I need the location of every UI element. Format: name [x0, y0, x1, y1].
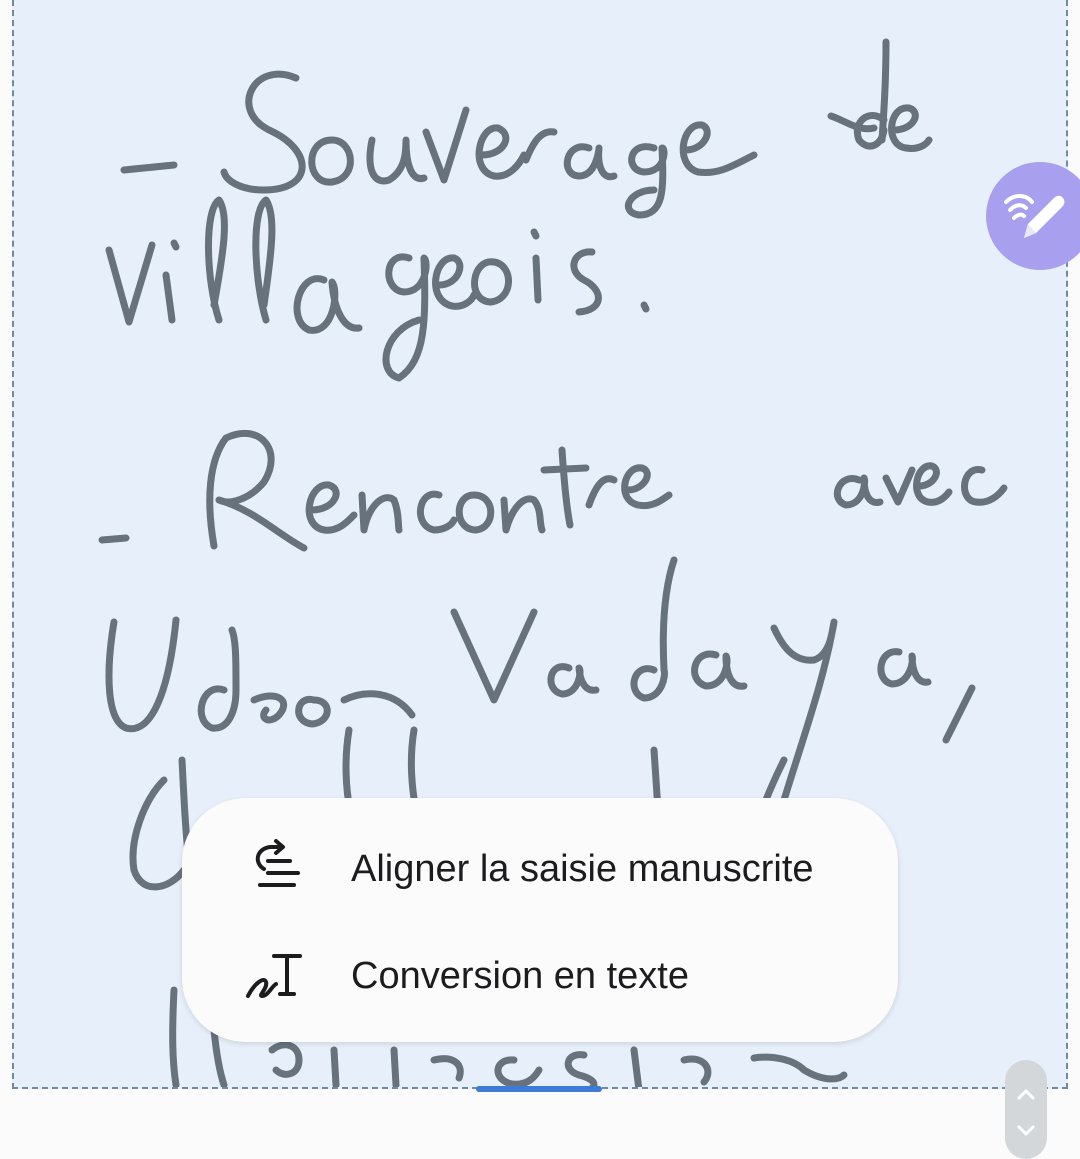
pen-edit-icon	[1004, 194, 1065, 238]
chevron-down-icon[interactable]	[1013, 1117, 1039, 1143]
handwriting-context-menu: Aligner la saisie manuscrite Conversion …	[182, 798, 898, 1042]
chevron-up-icon[interactable]	[1013, 1082, 1039, 1108]
scroll-controls	[1005, 1060, 1047, 1159]
convert-to-text-icon	[246, 954, 302, 999]
menu-item-convert-to-text[interactable]: Conversion en texte	[242, 936, 689, 1016]
align-handwriting-icon	[255, 839, 300, 887]
menu-item-label: Conversion en texte	[351, 954, 689, 997]
menu-item-align-handwriting[interactable]: Aligner la saisie manuscrite	[242, 829, 814, 909]
resize-handle[interactable]	[476, 1086, 602, 1092]
menu-item-label: Aligner la saisie manuscrite	[351, 847, 814, 890]
